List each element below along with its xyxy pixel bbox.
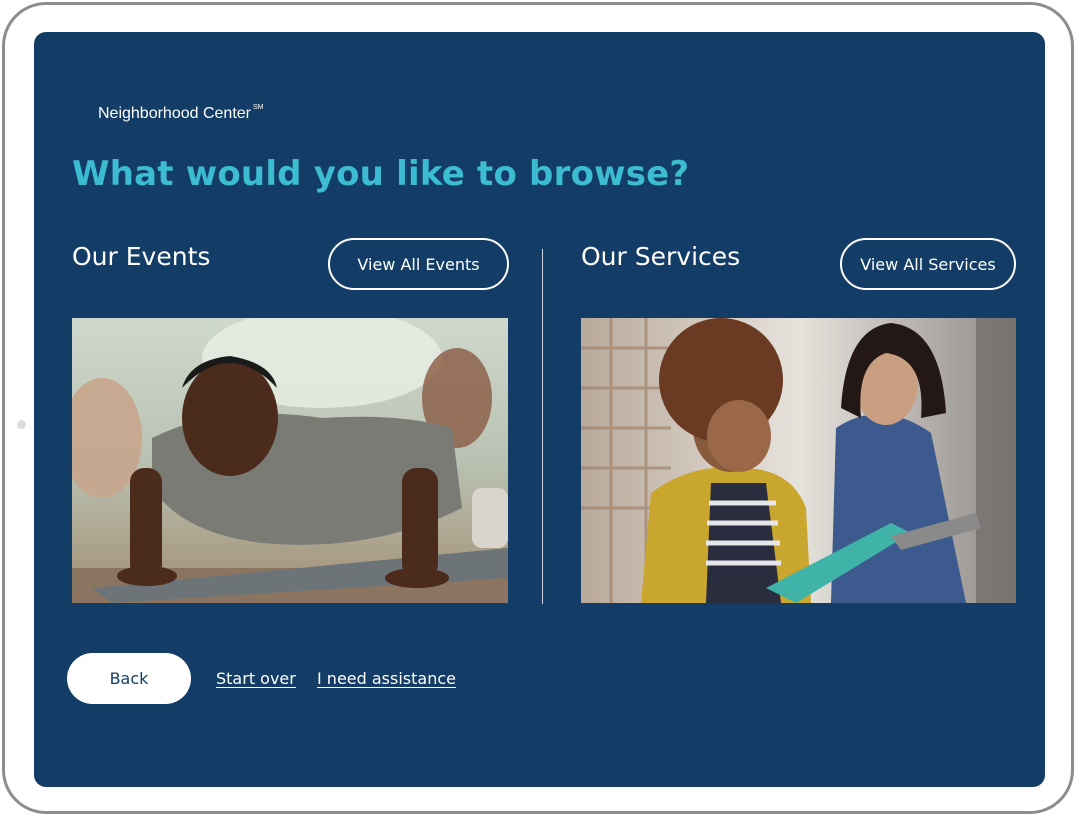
- events-photo[interactable]: [72, 318, 508, 603]
- services-photo[interactable]: [581, 318, 1016, 603]
- page-title: What would you like to browse?: [72, 154, 690, 194]
- view-all-services-button[interactable]: View All Services: [840, 238, 1016, 290]
- column-divider: [542, 249, 543, 604]
- services-heading: Our Services: [581, 242, 741, 271]
- back-button[interactable]: Back: [67, 653, 191, 704]
- brand-logo: Neighborhood Center SM: [98, 103, 264, 123]
- man-doing-plank-image: [72, 318, 508, 603]
- assistance-link[interactable]: I need assistance: [317, 669, 456, 688]
- brand-name: Neighborhood Center: [98, 105, 251, 122]
- camera-dot: [17, 420, 26, 429]
- start-over-link[interactable]: Start over: [216, 669, 296, 688]
- two-women-reviewing-folder-image: [581, 318, 1016, 603]
- events-heading: Our Events: [72, 242, 211, 271]
- view-all-events-button[interactable]: View All Events: [328, 238, 509, 290]
- kiosk-screen: Neighborhood Center SM What would you lik…: [34, 32, 1045, 787]
- service-mark: SM: [253, 103, 264, 111]
